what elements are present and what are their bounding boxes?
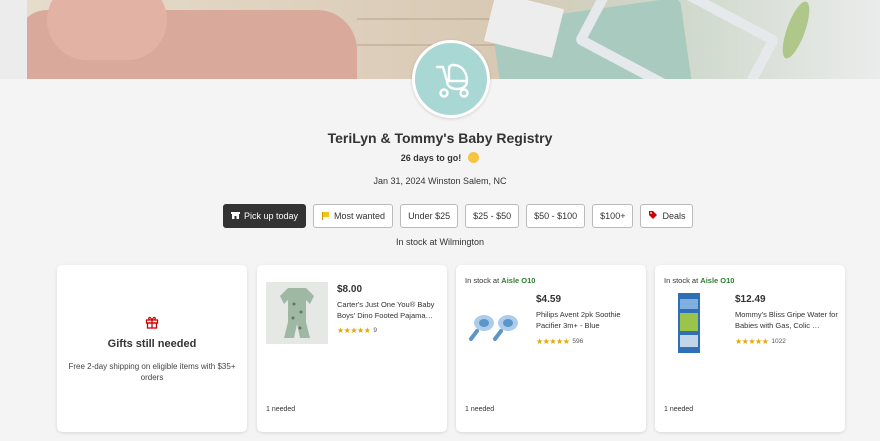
filter-label: $50 - $100 xyxy=(534,211,578,221)
hero-edge xyxy=(0,0,27,79)
countdown: 26 days to go! xyxy=(0,152,880,164)
filter-25-50[interactable]: $25 - $50 xyxy=(465,204,520,228)
rating-count: 596 xyxy=(572,338,584,345)
aisle-label: Aisle O10 xyxy=(700,276,735,285)
stroller-icon xyxy=(435,63,469,98)
gifts-still-needed-card[interactable]: Gifts still needed Free 2-day shipping o… xyxy=(57,265,247,432)
filter-under-25[interactable]: Under $25 xyxy=(400,204,459,228)
in-stock-status: In stock at Aisle O10 xyxy=(664,276,735,285)
product-image-gripe-water[interactable] xyxy=(677,291,701,355)
filter-pickup-today[interactable]: Pick up today xyxy=(223,204,307,228)
registry-title: TeriLyn & Tommy's Baby Registry xyxy=(327,130,553,146)
product-price: $8.00 xyxy=(337,284,363,295)
product-name[interactable]: Philips Avent 2pk Soothie Pacifier 3m+ -… xyxy=(536,309,640,331)
quantity-needed: 1 needed xyxy=(664,406,694,413)
aisle-label: Aisle O10 xyxy=(501,276,536,285)
filter-50-100[interactable]: $50 - $100 xyxy=(526,204,586,228)
gift-icon xyxy=(145,315,159,334)
tag-icon xyxy=(648,210,658,222)
rating-count: 1022 xyxy=(771,338,786,345)
product-rating: ★★★★★ 9 xyxy=(337,326,377,335)
product-card-pajama[interactable]: $8.00 Carter's Just One You® Baby Boys' … xyxy=(257,265,447,432)
product-image-pajama[interactable] xyxy=(266,282,328,344)
in-stock-status: In stock at Aisle O10 xyxy=(465,276,536,285)
star-rating-icon: ★★★★★ xyxy=(536,337,570,346)
quantity-needed: 1 needed xyxy=(465,406,495,413)
store-icon xyxy=(231,211,240,222)
filter-label: Pick up today xyxy=(244,211,299,221)
filter-label: $100+ xyxy=(600,211,626,221)
product-price: $12.49 xyxy=(735,294,766,305)
gift-card-title: Gifts still needed xyxy=(107,338,197,350)
event-details: Jan 31, 2024 Winston Salem, NC xyxy=(373,176,507,186)
filter-label: Under $25 xyxy=(408,211,451,221)
product-name[interactable]: Mommy's Bliss Gripe Water for Babies wit… xyxy=(735,309,839,331)
product-price: $4.59 xyxy=(536,294,562,305)
filter-label: Deals xyxy=(662,211,686,221)
stock-location: In stock at Wilmington xyxy=(395,237,485,247)
gift-card-text: Free 2-day shipping on eligible items wi… xyxy=(68,362,236,382)
product-card-gripe-water[interactable]: In stock at Aisle O10 $12.49 Mommy's Bli… xyxy=(655,265,845,432)
product-rating: ★★★★★ 1022 xyxy=(735,337,786,346)
flag-icon xyxy=(321,211,330,222)
product-name[interactable]: Carter's Just One You® Baby Boys' Dino F… xyxy=(337,299,441,321)
filter-label: $25 - $50 xyxy=(473,211,512,221)
filter-100-plus[interactable]: $100+ xyxy=(592,204,634,228)
filter-deals[interactable]: Deals xyxy=(640,204,694,228)
filter-label: Most wanted xyxy=(334,211,386,221)
countdown-text: 26 days to go! xyxy=(400,153,462,163)
product-image-pacifier[interactable] xyxy=(465,297,527,347)
quantity-needed: 1 needed xyxy=(266,406,296,413)
product-card-pacifier[interactable]: In stock at Aisle O10 $4.59 Philips Aven… xyxy=(456,265,646,432)
filter-most-wanted[interactable]: Most wanted xyxy=(313,204,394,228)
filter-bar: Pick up today Most wanted Under $25 $25 … xyxy=(223,204,694,228)
star-rating-icon: ★★★★★ xyxy=(337,326,371,335)
smile-emoji-icon xyxy=(468,152,480,164)
star-rating-icon: ★★★★★ xyxy=(735,337,769,346)
product-rating: ★★★★★ 596 xyxy=(536,337,583,346)
rating-count: 9 xyxy=(373,327,377,334)
registry-avatar xyxy=(412,40,490,118)
